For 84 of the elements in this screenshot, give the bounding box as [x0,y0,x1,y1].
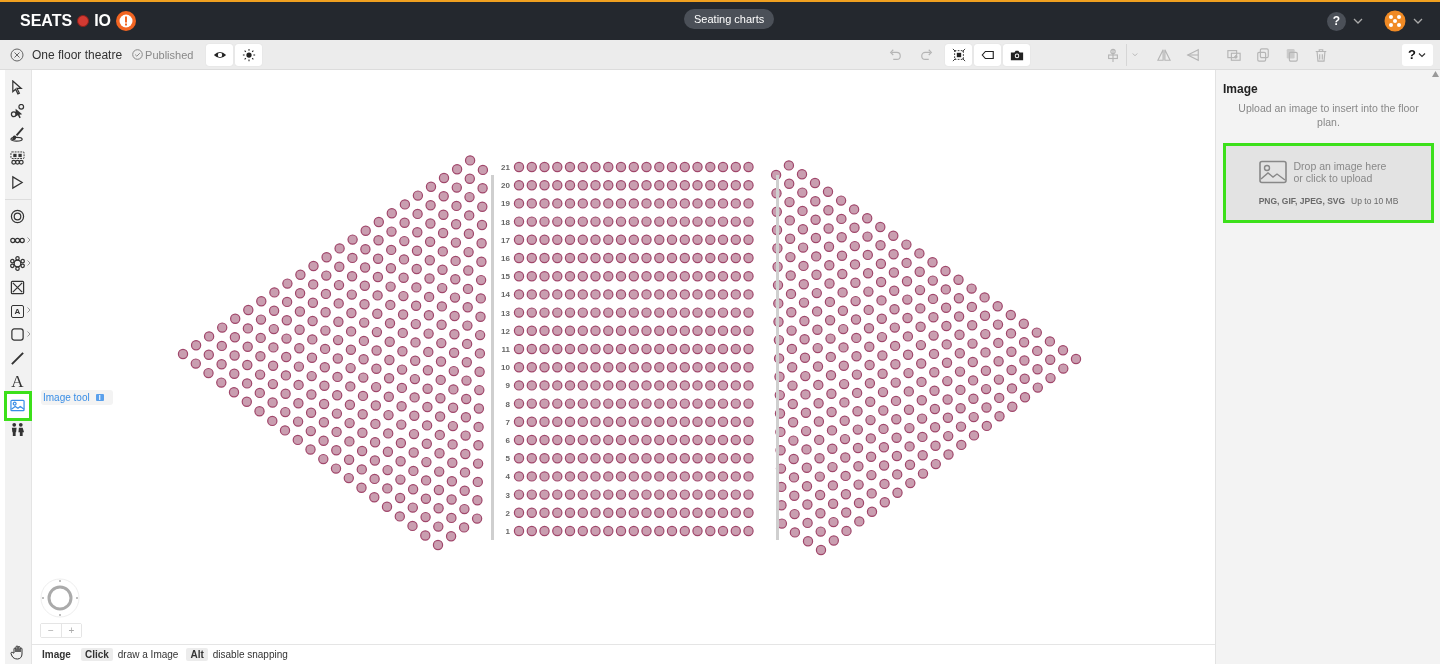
row-label: 2 [505,508,510,518]
paste-icon [1284,47,1299,62]
size-limit: Up to 10 MB [1351,196,1399,206]
close-icon [10,47,24,62]
camera-button[interactable] [1003,43,1030,66]
pan-control-icon [40,578,80,618]
published-status: Published [145,48,194,61]
mode-label: Image [42,649,71,660]
image-icon [1258,160,1287,184]
chart-name: One floor theatre [32,47,123,62]
row-label: 20 [501,181,510,191]
seating-charts-button[interactable]: Seating charts [684,9,775,29]
row-label: 16 [501,254,510,263]
arrow-cursor-icon [10,80,25,96]
alert-badge-icon [115,10,138,32]
check-circle-icon [132,49,144,60]
round-table-icon [10,209,25,225]
row-label: 15 [501,272,510,282]
row-label: 14 [501,290,510,300]
align-icon [1106,47,1120,62]
row-label: 8 [505,399,510,409]
add-copy-icon [1226,47,1241,62]
row-label: 7 [505,417,510,427]
row-label: 5 [505,454,510,464]
seat-select-icon [10,151,25,167]
line-icon [10,350,25,366]
row-label: 1 [505,527,510,536]
undo-icon [887,47,902,62]
trash-icon [1313,47,1328,62]
row-label: 4 [505,472,510,482]
flip-icon [1156,47,1171,62]
row-label: 6 [505,436,510,445]
row-label: 17 [501,235,510,245]
pointer-icon [10,174,25,190]
help-button[interactable]: ? [1402,43,1433,66]
panel-title: Image [1223,82,1259,96]
chevron-icon [27,330,31,337]
row-label: 12 [501,326,510,336]
square-icon [10,327,25,343]
label-box-tool[interactable]: A [5,299,31,323]
hint-text: disable snapping [212,649,288,660]
text-tool[interactable]: A [5,370,31,394]
flip-icon [1185,47,1200,62]
avatar-icon [1384,10,1406,32]
text-tool-glyph: A [10,373,25,390]
chevron-icon [27,236,31,243]
people-icon [10,422,25,437]
row-label: 10 [501,363,510,373]
crossed-box-icon [10,280,25,296]
row-label: 3 [505,490,510,500]
logo-text: IO [94,12,112,30]
eye-button[interactable] [206,43,234,66]
drop-zone-text: Drop an image here or click to upload [1293,160,1388,184]
select-all-button[interactable] [945,43,972,66]
image-icon [10,398,25,414]
hint-text: draw a Image [117,649,179,660]
sun-button[interactable] [235,43,263,66]
chevron-icon [27,260,31,267]
label-box-glyph: A [11,304,24,318]
row-label: 9 [505,381,510,391]
hand-icon [10,644,26,660]
logo-dot-icon [76,14,91,28]
help-button[interactable]: ? [1327,11,1346,31]
chevron-icon [27,307,31,314]
select-all-icon [951,47,966,62]
key-label: Click [80,648,113,661]
row-label: 18 [501,217,510,227]
logo-text: SEATS [20,12,73,30]
key-label: Alt [186,648,208,661]
copy-icon [1255,47,1270,62]
tag-button[interactable] [974,43,1001,66]
table-icon [10,256,25,272]
image-drop-zone[interactable]: Drop an image here or click to upload PNG, GIF, JPEG, SVG Up to 10 MB [1223,143,1434,223]
tooltip-label: Image tool [43,392,90,403]
node-cursor-icon [10,103,25,119]
redo-icon [919,47,934,62]
brush-icon [10,127,25,143]
row-label: 19 [501,199,510,209]
row-label: 11 [501,345,510,354]
row-label: 13 [501,308,510,318]
sun-icon [241,47,256,62]
row-label: 21 [501,163,510,172]
panel-description: Upload an image to insert into the floor plan. [1237,101,1420,129]
file-formats: PNG, GIF, JPEG, SVG [1258,196,1346,206]
